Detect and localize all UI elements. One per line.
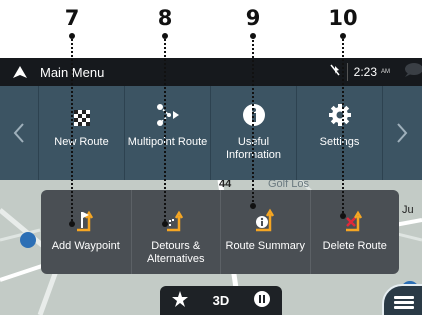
callout-7-leader [69,33,75,227]
menu-item-new-route[interactable]: New Route [38,86,124,180]
delete-route-button[interactable]: Delete Route [309,190,400,274]
route-summary-button[interactable]: Route Summary [220,190,310,274]
detours-alternatives-button[interactable]: Detours & Alternatives [130,190,221,274]
checkered-flag-icon [73,86,90,128]
menu-prev-arrow[interactable] [0,86,38,180]
map-bottom-bar: 3D [160,286,282,315]
menu-next-arrow[interactable] [382,86,420,180]
callout-7: 7 [64,6,80,30]
message-bubble-icon[interactable] [400,62,422,83]
navigation-arrow-icon[interactable] [0,58,40,86]
callout-9-leader [250,33,256,209]
status-divider [346,63,348,81]
gear-icon [328,86,351,128]
pause-icon[interactable] [253,291,270,310]
callout-8-leader [162,33,168,227]
menu-item-multipoint-route[interactable]: Multipoint Route [124,86,210,180]
callout-9: 9 [245,6,261,30]
clock-ampm: AM [381,69,390,75]
menu-item-label: Multipoint Route [127,136,208,148]
gps-off-icon [329,63,341,81]
menu-button[interactable] [382,284,422,315]
route-summary-label: Route Summary [225,240,305,252]
delete-route-label: Delete Route [322,240,387,252]
detours-icon [165,190,187,232]
chevron-left-icon [13,123,24,143]
view-mode-toggle[interactable]: 3D [213,293,230,308]
multipoint-route-icon [156,86,180,128]
route-summary-icon [254,190,276,232]
callout-8: 8 [157,6,173,30]
add-waypoint-icon [75,190,97,232]
edge-place-label: Ju [402,204,414,216]
main-menu-bar: New Route Multipoint Route Useful Inform… [0,86,422,205]
status-bar: Main Menu 2:23 AM [0,58,422,86]
device-screen: 44 Golf Los Ju Main Menu 2:23 AM New Rou… [0,58,422,315]
add-waypoint-label: Add Waypoint [51,240,120,252]
callout-10: 10 [328,6,358,30]
add-waypoint-button[interactable]: Add Waypoint [41,190,131,274]
menu-item-label: Settings [319,136,360,148]
route-submenu: Add Waypoint Detours & Alternatives Rout… [41,190,399,274]
detours-alternatives-label: Detours & Alternatives [147,240,205,265]
hamburger-icon [394,294,414,311]
delete-route-icon [344,190,366,232]
callout-10-leader [340,33,346,219]
chevron-right-icon [396,123,407,143]
clock-time: 2:23 [353,65,377,79]
menu-item-settings[interactable]: Settings [296,86,382,180]
star-icon[interactable] [172,291,189,310]
menu-item-label: New Route [54,136,109,148]
